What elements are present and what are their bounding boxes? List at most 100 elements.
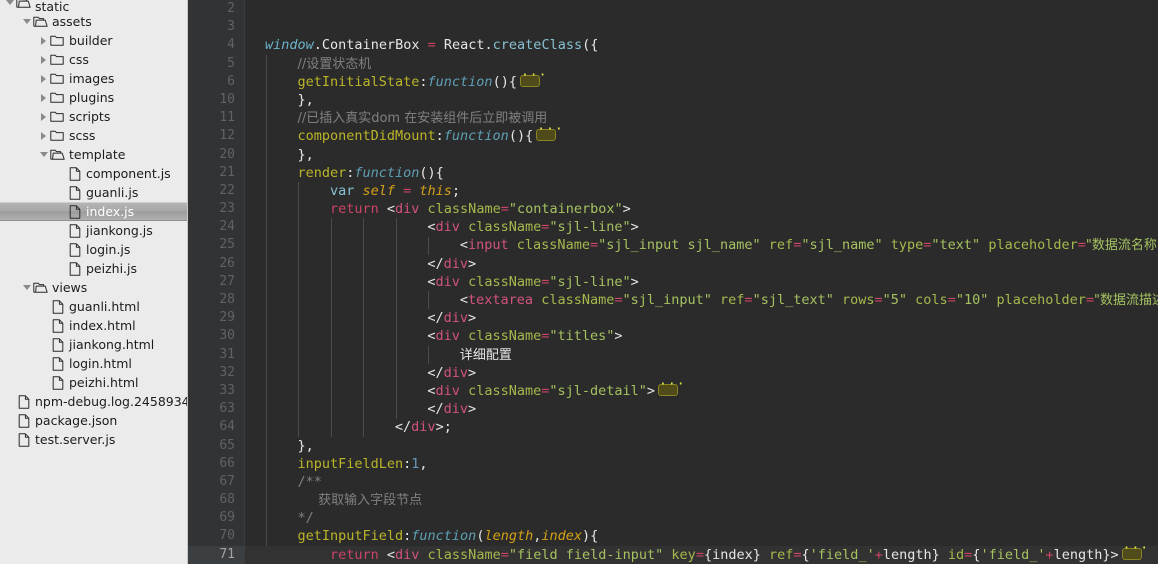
line-number[interactable]: 65 (188, 437, 244, 455)
line-number[interactable]: 29 (188, 309, 244, 327)
code-line[interactable]: */ (245, 509, 1158, 527)
code-line[interactable]: }, (245, 91, 1158, 109)
tree-file-jiankong-html[interactable]: jiankong.html (0, 335, 187, 354)
code-line[interactable]: //已插入真实dom 在安装组件后立即被调用 (245, 109, 1158, 127)
line-number[interactable]: 70 (188, 527, 244, 545)
tree-file-npm-debug-log-2458934431[interactable]: npm-debug.log.2458934431 (0, 392, 187, 411)
code-line[interactable]: }, (245, 146, 1158, 164)
tree-folder-scripts[interactable]: scripts (0, 107, 187, 126)
line-number[interactable]: 23 (188, 200, 244, 218)
code-line[interactable]: 获取输入字段节点 (245, 491, 1158, 509)
code-line[interactable]: <div className="titles"> (245, 327, 1158, 345)
tree-file-package-json[interactable]: package.json (0, 411, 187, 430)
code-line[interactable]: getInputField:function(length,index){ (245, 527, 1158, 545)
chevron-down-icon[interactable] (38, 145, 49, 164)
code-line[interactable]: return <div className="field field-input… (245, 543, 1158, 564)
code-line[interactable]: window.ContainerBox = React.createClass(… (245, 36, 1158, 54)
line-number[interactable]: 10 (188, 91, 244, 109)
chevron-right-icon[interactable] (38, 107, 49, 126)
code-line[interactable]: var self = this; (245, 182, 1158, 200)
folded-code-marker[interactable] (519, 70, 540, 87)
tree-folder-images[interactable]: images (0, 69, 187, 88)
code-line[interactable]: <textarea className="sjl_input" ref="sjl… (245, 291, 1158, 309)
line-number[interactable]: 2 (188, 0, 244, 18)
code-line[interactable]: </div> (245, 309, 1158, 327)
code-line[interactable]: render:function(){ (245, 164, 1158, 182)
line-number[interactable]: 6 (188, 73, 244, 91)
line-number[interactable]: 30 (188, 327, 244, 345)
line-number[interactable]: 66 (188, 455, 244, 473)
folded-code-marker[interactable] (658, 379, 679, 396)
line-number[interactable]: 3 (188, 18, 244, 36)
code-line[interactable]: </div> (245, 255, 1158, 273)
tree-folder-scss[interactable]: scss (0, 126, 187, 145)
tree-folder-views[interactable]: views (0, 278, 187, 297)
code-line[interactable]: //设置状态机 (245, 55, 1158, 73)
tree-file-jiankong-js[interactable]: jiankong.js (0, 221, 187, 240)
line-number[interactable]: 68 (188, 491, 244, 509)
tree-file-guanli-html[interactable]: guanli.html (0, 297, 187, 316)
code-line[interactable]: 详细配置 (245, 346, 1158, 364)
code-line[interactable] (245, 18, 1158, 36)
tree-file-login-js[interactable]: login.js (0, 240, 187, 259)
tree-file-test-server-js[interactable]: test.server.js (0, 430, 187, 449)
code-line[interactable]: componentDidMount:function(){ (245, 124, 1158, 145)
line-number[interactable]: 24 (188, 218, 244, 236)
chevron-right-icon[interactable] (38, 126, 49, 145)
line-number[interactable]: 67 (188, 473, 244, 491)
chevron-right-icon[interactable] (38, 69, 49, 88)
tree-file-peizhi-html[interactable]: peizhi.html (0, 373, 187, 392)
line-number[interactable]: 32 (188, 364, 244, 382)
code-line[interactable]: getInitialState:function(){ (245, 70, 1158, 91)
tree-folder-plugins[interactable]: plugins (0, 88, 187, 107)
line-number[interactable]: 64 (188, 418, 244, 436)
code-line[interactable]: return <div className="containerbox"> (245, 200, 1158, 218)
code-line[interactable]: <input className="sjl_input sjl_name" re… (245, 236, 1158, 254)
tree-folder-template[interactable]: template (0, 145, 187, 164)
chevron-down-icon[interactable] (21, 278, 32, 297)
tree-folder-css[interactable]: css (0, 50, 187, 69)
chevron-right-icon[interactable] (38, 50, 49, 69)
line-number[interactable]: 12 (188, 127, 244, 145)
code-line[interactable]: inputFieldLen:1, (245, 455, 1158, 473)
chevron-down-icon[interactable] (4, 0, 15, 12)
code-line[interactable]: </div> (245, 364, 1158, 382)
folded-code-marker[interactable] (536, 124, 557, 142)
line-number[interactable]: 4 (188, 36, 244, 54)
line-number[interactable]: 20 (188, 146, 244, 164)
tree-file-index-js[interactable]: index.js (0, 202, 187, 221)
code-line[interactable]: <div className="sjl-line"> (245, 273, 1158, 291)
code-editor[interactable]: window.ContainerBox = React.createClass(… (188, 0, 1158, 564)
code-line[interactable] (245, 0, 1158, 18)
line-number[interactable]: 5 (188, 55, 244, 73)
line-number[interactable]: 71 (188, 545, 244, 564)
code-line[interactable]: </div>; (245, 418, 1158, 436)
chevron-right-icon[interactable] (38, 88, 49, 107)
code-line[interactable]: <div className="sjl-line"> (245, 218, 1158, 236)
project-file-tree[interactable]: static assets builder css images plugins scrip… (0, 0, 188, 564)
line-number[interactable]: 11 (188, 109, 244, 127)
tree-file-peizhi-js[interactable]: peizhi.js (0, 259, 187, 278)
tree-file-login-html[interactable]: login.html (0, 354, 187, 373)
tree-file-component-js[interactable]: component.js (0, 164, 187, 183)
tree-folder-assets[interactable]: assets (0, 12, 187, 31)
code-line[interactable]: }, (245, 437, 1158, 455)
folded-code-marker[interactable] (1121, 543, 1142, 560)
tree-file-guanli-js[interactable]: guanli.js (0, 183, 187, 202)
code-line[interactable]: </div> (245, 400, 1158, 418)
line-number[interactable]: 31 (188, 346, 244, 364)
chevron-right-icon[interactable] (38, 31, 49, 50)
line-number[interactable]: 28 (188, 291, 244, 309)
line-number[interactable]: 63 (188, 400, 244, 418)
line-number[interactable]: 25 (188, 236, 244, 254)
line-number[interactable]: 26 (188, 255, 244, 273)
line-number[interactable]: 21 (188, 164, 244, 182)
tree-file-index-html[interactable]: index.html (0, 316, 187, 335)
line-number[interactable]: 69 (188, 509, 244, 527)
code-text-area[interactable]: window.ContainerBox = React.createClass(… (245, 0, 1158, 564)
tree-folder-static[interactable]: static (0, 0, 187, 13)
code-line[interactable]: <div className="sjl-detail"> (245, 379, 1158, 400)
code-line[interactable]: /** (245, 473, 1158, 491)
tree-folder-builder[interactable]: builder (0, 31, 187, 50)
chevron-down-icon[interactable] (21, 12, 32, 31)
